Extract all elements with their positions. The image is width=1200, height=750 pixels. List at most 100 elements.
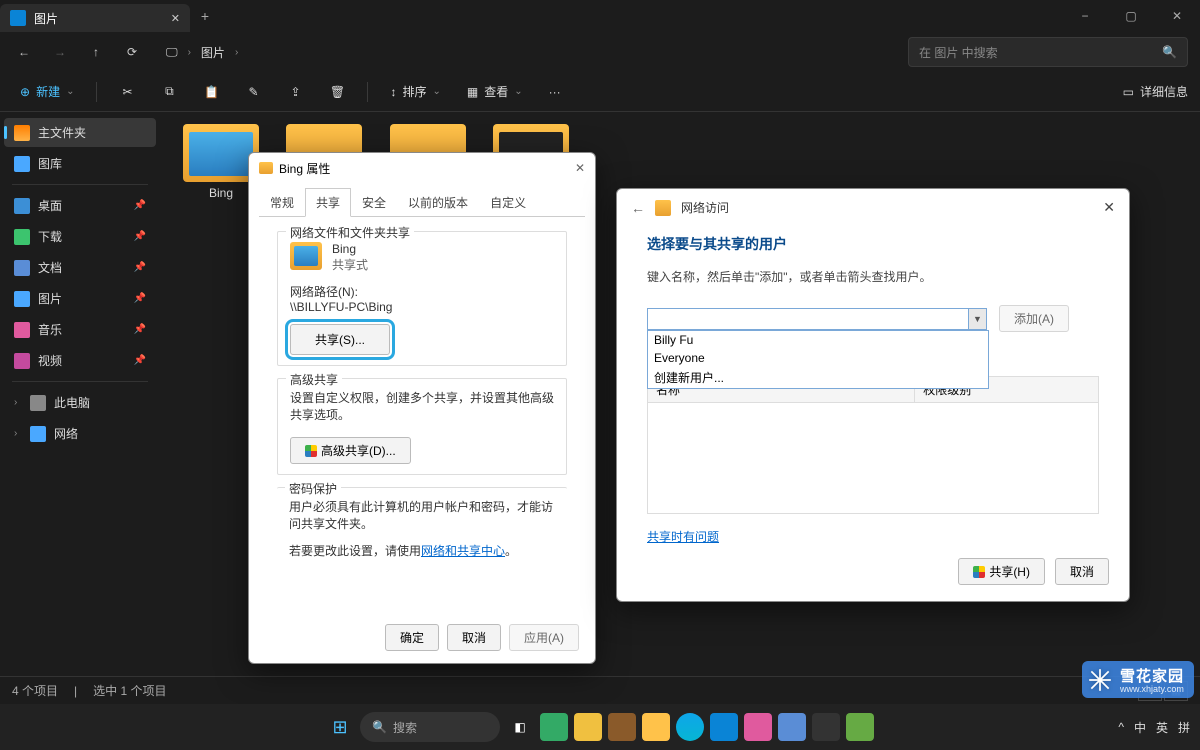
network-icon — [30, 426, 46, 442]
dropdown-option[interactable]: Everyone — [648, 349, 988, 367]
share-confirm-button[interactable]: 共享(H) — [958, 558, 1045, 585]
selection-count: 选中 1 个项目 — [93, 682, 166, 699]
copy-button[interactable]: ⧉ — [153, 80, 185, 104]
system-tray[interactable]: ^ 中 英 拼 — [1118, 719, 1190, 736]
download-icon — [14, 229, 30, 245]
share-button[interactable]: ⇪ — [279, 80, 311, 104]
share-folder-icon — [655, 200, 671, 216]
ime-indicator[interactable]: 拼 — [1178, 719, 1190, 736]
dialog-close-button[interactable]: ✕ — [575, 161, 585, 175]
delete-button[interactable]: 🗑 — [321, 80, 353, 104]
taskbar-app-icon[interactable] — [608, 713, 636, 741]
combobox-dropdown-button[interactable]: ▼ — [968, 309, 986, 329]
home-icon — [14, 125, 30, 141]
address-bar[interactable]: 🖵 › 图片 › — [166, 44, 238, 61]
advanced-share-button[interactable]: 高级共享(D)... — [290, 437, 411, 464]
sidebar-item-home[interactable]: 主文件夹 — [4, 118, 156, 147]
view-icon: ▦ — [467, 85, 478, 99]
ok-button[interactable]: 确定 — [385, 624, 439, 651]
back-button[interactable]: ← — [631, 200, 645, 216]
ime-indicator[interactable]: 中 — [1134, 719, 1146, 736]
dropdown-option[interactable]: 创建新用户... — [648, 367, 988, 388]
task-view-button[interactable]: ◧ — [506, 713, 534, 741]
chevron-right-icon: › — [188, 47, 191, 58]
tab-versions[interactable]: 以前的版本 — [397, 188, 479, 217]
taskbar-app-icon[interactable] — [540, 713, 568, 741]
taskbar-app-icon[interactable] — [574, 713, 602, 741]
window-minimize-button[interactable]: − — [1062, 0, 1108, 32]
taskbar-explorer-icon[interactable] — [642, 713, 670, 741]
sidebar-item-gallery[interactable]: 图库 — [4, 149, 156, 178]
sidebar-item-pictures[interactable]: 图片📌 — [4, 284, 156, 313]
more-button[interactable]: ··· — [541, 81, 569, 103]
nav-refresh-button[interactable]: ⟳ — [120, 40, 144, 64]
sidebar-item-videos[interactable]: 视频📌 — [4, 346, 156, 375]
tray-chevron-icon[interactable]: ^ — [1118, 720, 1124, 734]
pin-icon: 📌 — [134, 231, 146, 242]
picture-icon — [14, 291, 30, 307]
taskbar-store-icon[interactable] — [710, 713, 738, 741]
sort-button[interactable]: ↕ 排序 ⌄ — [382, 79, 448, 104]
sidebar-item-documents[interactable]: 文档📌 — [4, 253, 156, 282]
new-tab-button[interactable]: + — [190, 0, 220, 32]
rename-button[interactable]: ✎ — [237, 80, 269, 104]
nav-back-button[interactable]: ← — [12, 40, 36, 64]
dropdown-option[interactable]: Billy Fu — [648, 331, 988, 349]
pin-icon: 📌 — [134, 262, 146, 273]
tab-general[interactable]: 常规 — [259, 188, 305, 217]
share-button[interactable]: 共享(S)... — [290, 324, 390, 355]
sidebar-item-desktop[interactable]: 桌面📌 — [4, 191, 156, 220]
share-dialog-close-button[interactable]: ✕ — [1103, 199, 1115, 216]
pc-icon — [30, 395, 46, 411]
ime-indicator[interactable]: 英 — [1156, 719, 1168, 736]
taskbar-app-icon[interactable] — [846, 713, 874, 741]
status-bar: 4 个项目 | 选中 1 个项目 ≡ ▦ — [0, 676, 1200, 704]
share-cancel-button[interactable]: 取消 — [1055, 558, 1109, 585]
breadcrumb-pictures[interactable]: 图片 — [201, 44, 225, 61]
dialog-title-bar[interactable]: Bing 属性 ✕ — [249, 153, 595, 183]
paste-icon: 📋 — [203, 84, 219, 100]
nav-up-button[interactable]: ↑ — [84, 40, 108, 64]
shield-icon — [973, 566, 985, 578]
tab-close-icon[interactable]: ✕ — [171, 12, 180, 25]
netpath-label: 网络路径(N): — [290, 283, 554, 300]
network-center-link[interactable]: 网络和共享中心 — [421, 544, 505, 558]
chevron-right-icon: › — [235, 47, 238, 58]
paste-button[interactable]: 📋 — [195, 80, 227, 104]
taskbar-app-icon[interactable] — [744, 713, 772, 741]
cancel-button[interactable]: 取消 — [447, 624, 501, 651]
sidebar-item-music[interactable]: 音乐📌 — [4, 315, 156, 344]
group-network-sharing: 网络文件和文件夹共享 Bing 共享式 网络路径(N): \\BILLYFU-P… — [277, 231, 567, 366]
user-dropdown: Billy Fu Everyone 创建新用户... — [647, 330, 989, 389]
tab-security[interactable]: 安全 — [351, 188, 397, 217]
tab-custom[interactable]: 自定义 — [479, 188, 537, 217]
nav-forward-button[interactable]: → — [48, 40, 72, 64]
window-maximize-button[interactable]: ▢ — [1108, 0, 1154, 32]
new-button[interactable]: ⊕ 新建 ⌄ — [12, 79, 82, 104]
user-combobox[interactable]: ▼ Billy Fu Everyone 创建新用户... — [647, 308, 987, 330]
details-pane-button[interactable]: ▭ 详细信息 — [1123, 83, 1188, 100]
start-button[interactable]: ⊞ — [326, 713, 354, 741]
sidebar-item-network[interactable]: ›网络 — [4, 419, 156, 448]
cut-button[interactable]: ✂ — [111, 80, 143, 104]
share-icon: ⇪ — [287, 84, 303, 100]
cut-icon: ✂ — [119, 84, 135, 100]
window-close-button[interactable]: ✕ — [1154, 0, 1200, 32]
taskbar-edge-icon[interactable] — [676, 713, 704, 741]
add-button[interactable]: 添加(A) — [999, 305, 1069, 332]
user-input[interactable] — [648, 309, 968, 329]
tab-share[interactable]: 共享 — [305, 188, 351, 217]
taskbar-app-icon[interactable] — [812, 713, 840, 741]
taskbar-search[interactable]: 🔍搜索 — [360, 712, 500, 742]
search-input[interactable]: 在 图片 中搜索 🔍 — [908, 37, 1188, 67]
pin-icon: 📌 — [134, 355, 146, 366]
share-help-link[interactable]: 共享时有问题 — [647, 530, 719, 544]
advanced-desc: 设置自定义权限，创建多个共享，并设置其他高级共享选项。 — [290, 389, 554, 423]
group-password-protection: 密码保护 用户必须具有此计算机的用户帐户和密码，才能访问共享文件夹。 若要更改此… — [277, 487, 567, 559]
sidebar-item-thispc[interactable]: ›此电脑 — [4, 388, 156, 417]
view-button[interactable]: ▦ 查看 ⌄ — [459, 79, 531, 104]
tab-pictures[interactable]: 图片 ✕ — [0, 4, 190, 32]
taskbar-app-icon[interactable] — [778, 713, 806, 741]
apply-button[interactable]: 应用(A) — [509, 624, 579, 651]
sidebar-item-downloads[interactable]: 下载📌 — [4, 222, 156, 251]
